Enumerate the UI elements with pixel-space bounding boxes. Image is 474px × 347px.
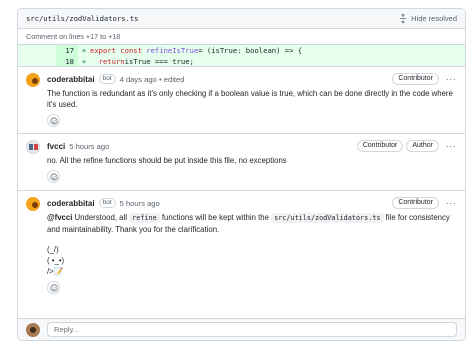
- timestamp[interactable]: 5 hours ago: [69, 142, 109, 151]
- code-keyword: return: [98, 56, 125, 66]
- smiley-icon: [49, 172, 58, 181]
- author-name[interactable]: coderabbitai: [47, 75, 95, 84]
- text-segment: Understood, all: [72, 213, 130, 222]
- timestamp[interactable]: 4 days ago: [120, 75, 157, 84]
- comment-body: no. All the refine functions should be p…: [47, 155, 457, 166]
- edited-indicator[interactable]: • edited: [159, 75, 184, 84]
- contributor-badge: Contributor: [356, 140, 404, 152]
- diff-line: 17 + export const refineIsTrue = (isTrue…: [18, 45, 465, 56]
- file-path[interactable]: src/utils/zodValidators.ts: [26, 14, 399, 23]
- author-name[interactable]: coderabbitai: [47, 199, 95, 208]
- ascii-art-line: ( •_•): [47, 256, 65, 265]
- reply-input[interactable]: [47, 322, 457, 337]
- add-reaction-button[interactable]: [47, 170, 60, 183]
- contributor-badge: Contributor: [392, 73, 439, 85]
- smiley-icon: [49, 116, 58, 125]
- bot-badge: bot: [98, 198, 116, 208]
- diff-line: 18 + return isTrue === true;: [18, 56, 465, 67]
- text-segment: functions will be kept within the: [159, 213, 272, 222]
- code-rest: = (isTrue: boolean) => {: [198, 46, 303, 55]
- code-function-name: refineIsTrue: [146, 46, 199, 55]
- hide-resolved-label: Hide resolved: [411, 14, 457, 23]
- comment-text: @fvcci Understood, all refine functions …: [47, 212, 457, 235]
- ascii-art-line: />📝: [47, 267, 64, 276]
- code-keyword: export const: [90, 46, 142, 55]
- comment-header: coderabbitai bot 4 days ago • edited Con…: [47, 72, 457, 86]
- review-thread: src/utils/zodValidators.ts Hide resolved…: [17, 8, 466, 341]
- user-mention[interactable]: @fvcci: [47, 213, 72, 222]
- diff-marker: +: [81, 46, 87, 55]
- timestamp[interactable]: 5 hours ago: [120, 199, 160, 208]
- comment: coderabbitai bot 4 days ago • edited Con…: [18, 67, 465, 133]
- avatar[interactable]: [26, 140, 40, 154]
- comment-header: coderabbitai bot 5 hours ago Contributor…: [47, 196, 457, 210]
- author-badge: Author: [406, 140, 439, 152]
- more-options-icon[interactable]: ···: [445, 198, 457, 208]
- reply-bar: [18, 318, 465, 340]
- comment-text: The function is redundant as it's only c…: [47, 89, 453, 109]
- comment-on-lines: Comment on lines +17 to +18: [18, 29, 465, 45]
- line-number: 17: [56, 45, 78, 56]
- comment-body: @fvcci Understood, all refine functions …: [47, 212, 457, 277]
- comment-header: fvcci 5 hours ago Contributor Author ···: [47, 139, 457, 153]
- more-options-icon[interactable]: ···: [445, 74, 457, 84]
- contributor-badge: Contributor: [392, 197, 439, 209]
- inline-code: refine: [129, 213, 160, 223]
- unfold-icon: [400, 14, 407, 23]
- line-number: 18: [56, 56, 78, 66]
- add-reaction-button[interactable]: [47, 281, 60, 294]
- hide-resolved-button[interactable]: Hide resolved: [399, 14, 457, 23]
- bot-badge: bot: [98, 74, 116, 84]
- diff-marker: +: [81, 56, 87, 66]
- comment-text: no. All the refine functions should be p…: [47, 156, 287, 165]
- smiley-icon: [49, 283, 58, 292]
- avatar[interactable]: [26, 197, 40, 211]
- comment: coderabbitai bot 5 hours ago Contributor…: [18, 191, 465, 294]
- comment: fvcci 5 hours ago Contributor Author ···…: [18, 134, 465, 190]
- add-reaction-button[interactable]: [47, 114, 60, 127]
- more-options-icon[interactable]: ···: [445, 141, 457, 151]
- avatar[interactable]: [26, 73, 40, 87]
- code-rest: isTrue === true;: [124, 56, 194, 66]
- comment-body: The function is redundant as it's only c…: [47, 88, 457, 110]
- ascii-art-line: (_/): [47, 245, 59, 254]
- current-user-avatar[interactable]: [26, 322, 40, 337]
- file-header: src/utils/zodValidators.ts Hide resolved: [18, 9, 465, 29]
- inline-code: src/utils/zodValidators.ts: [271, 213, 384, 223]
- author-name[interactable]: fvcci: [47, 142, 65, 151]
- ascii-art: (_/) ( •_•) />📝: [47, 244, 457, 277]
